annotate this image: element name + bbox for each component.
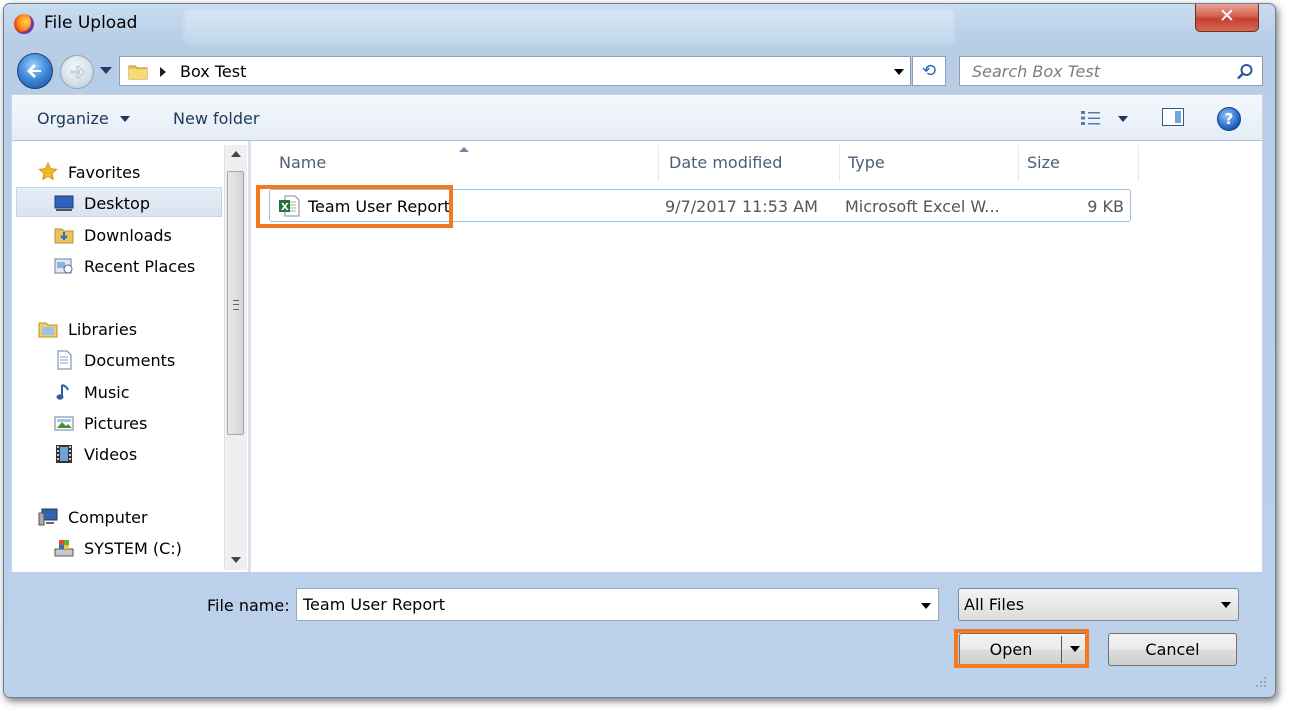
sidebar-item-label: Recent Places bbox=[84, 257, 196, 276]
sidebar-item-system-drive[interactable]: SYSTEM (C:) bbox=[54, 533, 214, 563]
file-upload-dialog: File Upload ✕ Box Test ⟲ Search Box Test… bbox=[3, 3, 1276, 698]
breadcrumb-box-test[interactable]: Box Test bbox=[180, 62, 246, 81]
column-header-type[interactable]: Type bbox=[840, 145, 1019, 181]
preview-pane-icon[interactable] bbox=[1162, 108, 1184, 126]
sidebar-item-desktop[interactable]: Desktop bbox=[54, 188, 214, 218]
title-bar: File Upload ✕ bbox=[4, 4, 1275, 44]
navigation-scrollbar[interactable] bbox=[224, 145, 247, 570]
column-date-label: Date modified bbox=[669, 153, 783, 172]
blurred-background bbox=[184, 10, 954, 44]
refresh-icon: ⟲ bbox=[921, 61, 937, 81]
column-header-size[interactable]: Size bbox=[1019, 145, 1139, 181]
browser-body: Favorites Desktop Downloads Recent Place… bbox=[11, 141, 1263, 572]
drive-icon bbox=[54, 540, 74, 557]
sidebar-item-computer[interactable]: Computer bbox=[38, 502, 218, 532]
filter-dropdown-icon bbox=[1221, 602, 1231, 608]
cancel-button[interactable]: Cancel bbox=[1108, 633, 1237, 666]
sidebar-item-label: SYSTEM (C:) bbox=[84, 539, 182, 558]
sidebar-item-libraries[interactable]: Libraries bbox=[38, 314, 218, 344]
views-dropdown-icon[interactable] bbox=[1118, 116, 1128, 122]
new-folder-button[interactable]: New folder bbox=[173, 109, 259, 128]
back-button[interactable] bbox=[17, 53, 53, 89]
address-dropdown-icon[interactable] bbox=[894, 69, 904, 75]
chevron-down-icon[interactable] bbox=[120, 116, 130, 122]
search-placeholder: Search Box Test bbox=[972, 62, 1100, 81]
sidebar-item-label: Pictures bbox=[84, 414, 148, 433]
sidebar-item-label: Favorites bbox=[68, 163, 141, 182]
file-name-input[interactable]: Team User Report bbox=[296, 588, 939, 621]
arrow-left-icon bbox=[27, 64, 41, 78]
sidebar-item-label: Computer bbox=[68, 508, 148, 527]
file-name-label: File name: bbox=[207, 596, 290, 615]
window-title: File Upload bbox=[44, 13, 138, 33]
scroll-down-icon[interactable] bbox=[231, 557, 241, 563]
file-type: Microsoft Excel W... bbox=[845, 197, 1000, 216]
column-type-label: Type bbox=[848, 153, 885, 172]
refresh-button[interactable]: ⟲ bbox=[912, 56, 946, 86]
downloads-folder-icon bbox=[54, 228, 74, 244]
sidebar-item-downloads[interactable]: Downloads bbox=[54, 220, 214, 250]
sidebar-item-label: Desktop bbox=[84, 194, 150, 213]
resize-grip-icon[interactable] bbox=[1254, 675, 1268, 689]
file-name-value: Team User Report bbox=[303, 595, 445, 614]
file-size: 9 KB bbox=[1087, 197, 1124, 216]
sidebar-item-label: Music bbox=[84, 383, 130, 402]
view-options-icon[interactable] bbox=[1080, 110, 1106, 126]
recent-places-icon bbox=[54, 258, 73, 274]
column-size-label: Size bbox=[1027, 153, 1060, 172]
sidebar-item-label: Libraries bbox=[68, 320, 138, 339]
breadcrumb-separator-icon[interactable] bbox=[160, 67, 166, 77]
recent-locations-dropdown[interactable] bbox=[100, 67, 112, 74]
sidebar-item-label: Documents bbox=[84, 351, 176, 370]
navigation-pane: Favorites Desktop Downloads Recent Place… bbox=[12, 141, 224, 572]
sidebar-item-recent-places[interactable]: Recent Places bbox=[54, 251, 224, 281]
close-button[interactable]: ✕ bbox=[1195, 4, 1259, 32]
filter-value: All Files bbox=[964, 595, 1025, 614]
folder-icon bbox=[128, 65, 148, 80]
organize-button[interactable]: Organize bbox=[37, 109, 109, 128]
open-highlight-annotation bbox=[954, 629, 1089, 668]
firefox-icon bbox=[14, 14, 34, 34]
sidebar-item-documents[interactable]: Documents bbox=[54, 345, 214, 375]
grip-icon bbox=[233, 300, 239, 310]
file-highlight-annotation bbox=[256, 185, 453, 228]
sidebar-item-label: Videos bbox=[84, 445, 138, 464]
star-icon bbox=[38, 162, 58, 181]
forward-button[interactable] bbox=[60, 55, 94, 89]
scroll-up-icon[interactable] bbox=[231, 151, 241, 157]
scrollbar-thumb[interactable] bbox=[227, 171, 244, 435]
pictures-icon bbox=[54, 416, 74, 431]
film-icon bbox=[56, 445, 72, 463]
search-input[interactable]: Search Box Test bbox=[959, 56, 1263, 86]
documents-icon bbox=[57, 350, 72, 370]
arrow-right-icon bbox=[71, 65, 85, 79]
command-toolbar: Organize New folder ? bbox=[11, 94, 1263, 141]
column-header-date[interactable]: Date modified bbox=[661, 145, 840, 181]
music-note-icon bbox=[56, 384, 69, 400]
sidebar-item-favorites[interactable]: Favorites bbox=[38, 157, 218, 187]
sidebar-item-pictures[interactable]: Pictures bbox=[54, 408, 214, 438]
address-bar[interactable]: Box Test bbox=[119, 56, 911, 86]
computer-icon bbox=[38, 508, 58, 526]
column-name-label: Name bbox=[279, 153, 327, 172]
sidebar-item-videos[interactable]: Videos bbox=[54, 439, 214, 469]
sort-ascending-icon bbox=[459, 147, 469, 152]
sidebar-item-label: Downloads bbox=[84, 226, 172, 245]
sidebar-item-music[interactable]: Music bbox=[54, 377, 214, 407]
search-icon[interactable] bbox=[1236, 63, 1254, 81]
desktop-icon bbox=[54, 195, 74, 211]
file-name-dropdown-icon[interactable] bbox=[921, 603, 931, 609]
file-type-filter[interactable]: All Files bbox=[958, 588, 1239, 621]
help-icon[interactable]: ? bbox=[1217, 107, 1241, 131]
file-date: 9/7/2017 11:53 AM bbox=[665, 197, 818, 216]
navigation-bar: Box Test ⟲ Search Box Test bbox=[4, 51, 1275, 91]
libraries-icon bbox=[38, 322, 58, 338]
